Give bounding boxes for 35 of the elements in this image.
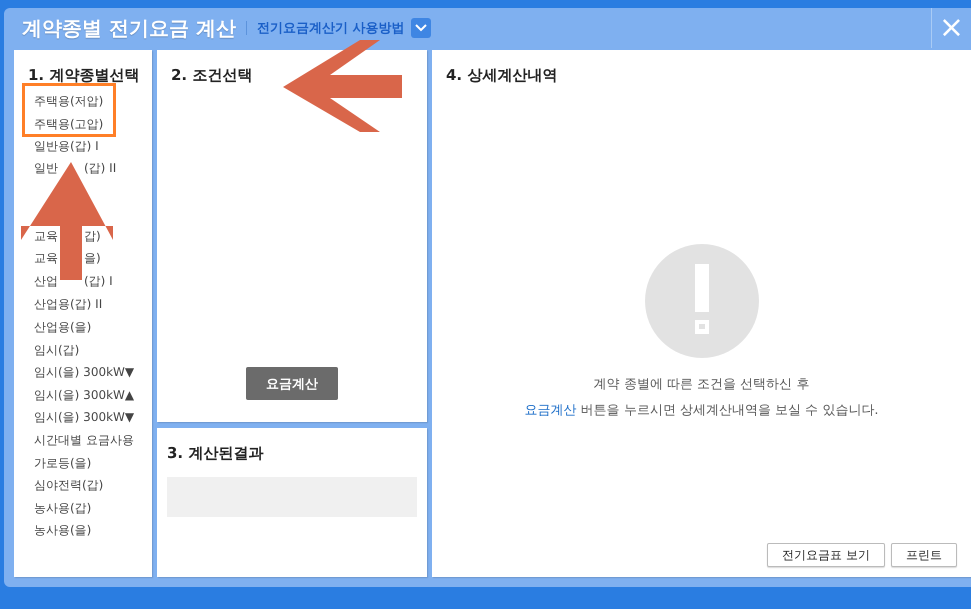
calculate-button[interactable]: 요금계산 [246,367,338,400]
panel-heading: 2. 조건선택 [171,66,254,85]
info-message: 요금계산 버튼을 누르시면 상세계산내역을 보실 수 있습니다. [524,402,878,420]
contract-type-item[interactable]: 임시(을) 300kW▲ [28,382,152,406]
contract-type-item[interactable]: 농사용(을) [28,518,152,541]
panel-heading: 3. 계산된결과 [167,444,264,463]
dropdown-icon[interactable] [411,18,432,38]
contract-type-item[interactable]: (갑) II [84,156,116,180]
contract-type-item[interactable]: 산업용(갑) II [28,292,152,315]
contract-type-item[interactable]: 산업용(을) [28,314,152,338]
contract-type-item[interactable]: 주택용(저압) [28,89,152,112]
contract-type-item[interactable]: 산업 [34,270,58,292]
contract-type-item[interactable]: 교육 [34,224,58,248]
contract-type-item[interactable]: 임시(을) 300kW▼ [28,405,152,428]
contract-type-item[interactable]: 시간대별 요금사용 [28,428,152,450]
contract-type-item[interactable]: 임시(갑) [28,338,152,360]
contract-type-item[interactable]: 교육 [34,247,58,270]
contract-type-item[interactable]: 임시(을) 300kW▼ [28,360,152,383]
contract-type-item[interactable]: 일반용(갑) I [28,134,152,157]
action-button[interactable]: 프린트 [891,543,957,567]
panel-heading: 1. 계약종별선택 [28,66,140,85]
contract-type-item[interactable]: (갑) I [84,270,113,292]
contract-type-item[interactable]: 농사용(갑) [28,496,152,518]
calculate-link[interactable]: 요금계산 [524,403,577,418]
panel-heading: 4. 상세계산내역 [446,66,558,85]
alert-icon [644,244,758,358]
contract-type-item[interactable]: 일반 [34,156,58,180]
contract-type-item[interactable]: 갑) [84,224,101,248]
contract-type-item[interactable]: 주택용(고압) [28,112,152,134]
contract-type-item[interactable]: 을) [84,247,101,270]
info-message: 계약 종별에 따른 조건을 선택하신 후 [594,376,810,394]
contract-type-item[interactable]: 심야전력(갑) [28,473,152,496]
contract-type-item[interactable]: 가로등(을) [28,450,152,474]
action-button[interactable]: 전기요금표 보기 [767,543,885,567]
window-title: 계약종별 전기요금 계산 [22,14,236,42]
